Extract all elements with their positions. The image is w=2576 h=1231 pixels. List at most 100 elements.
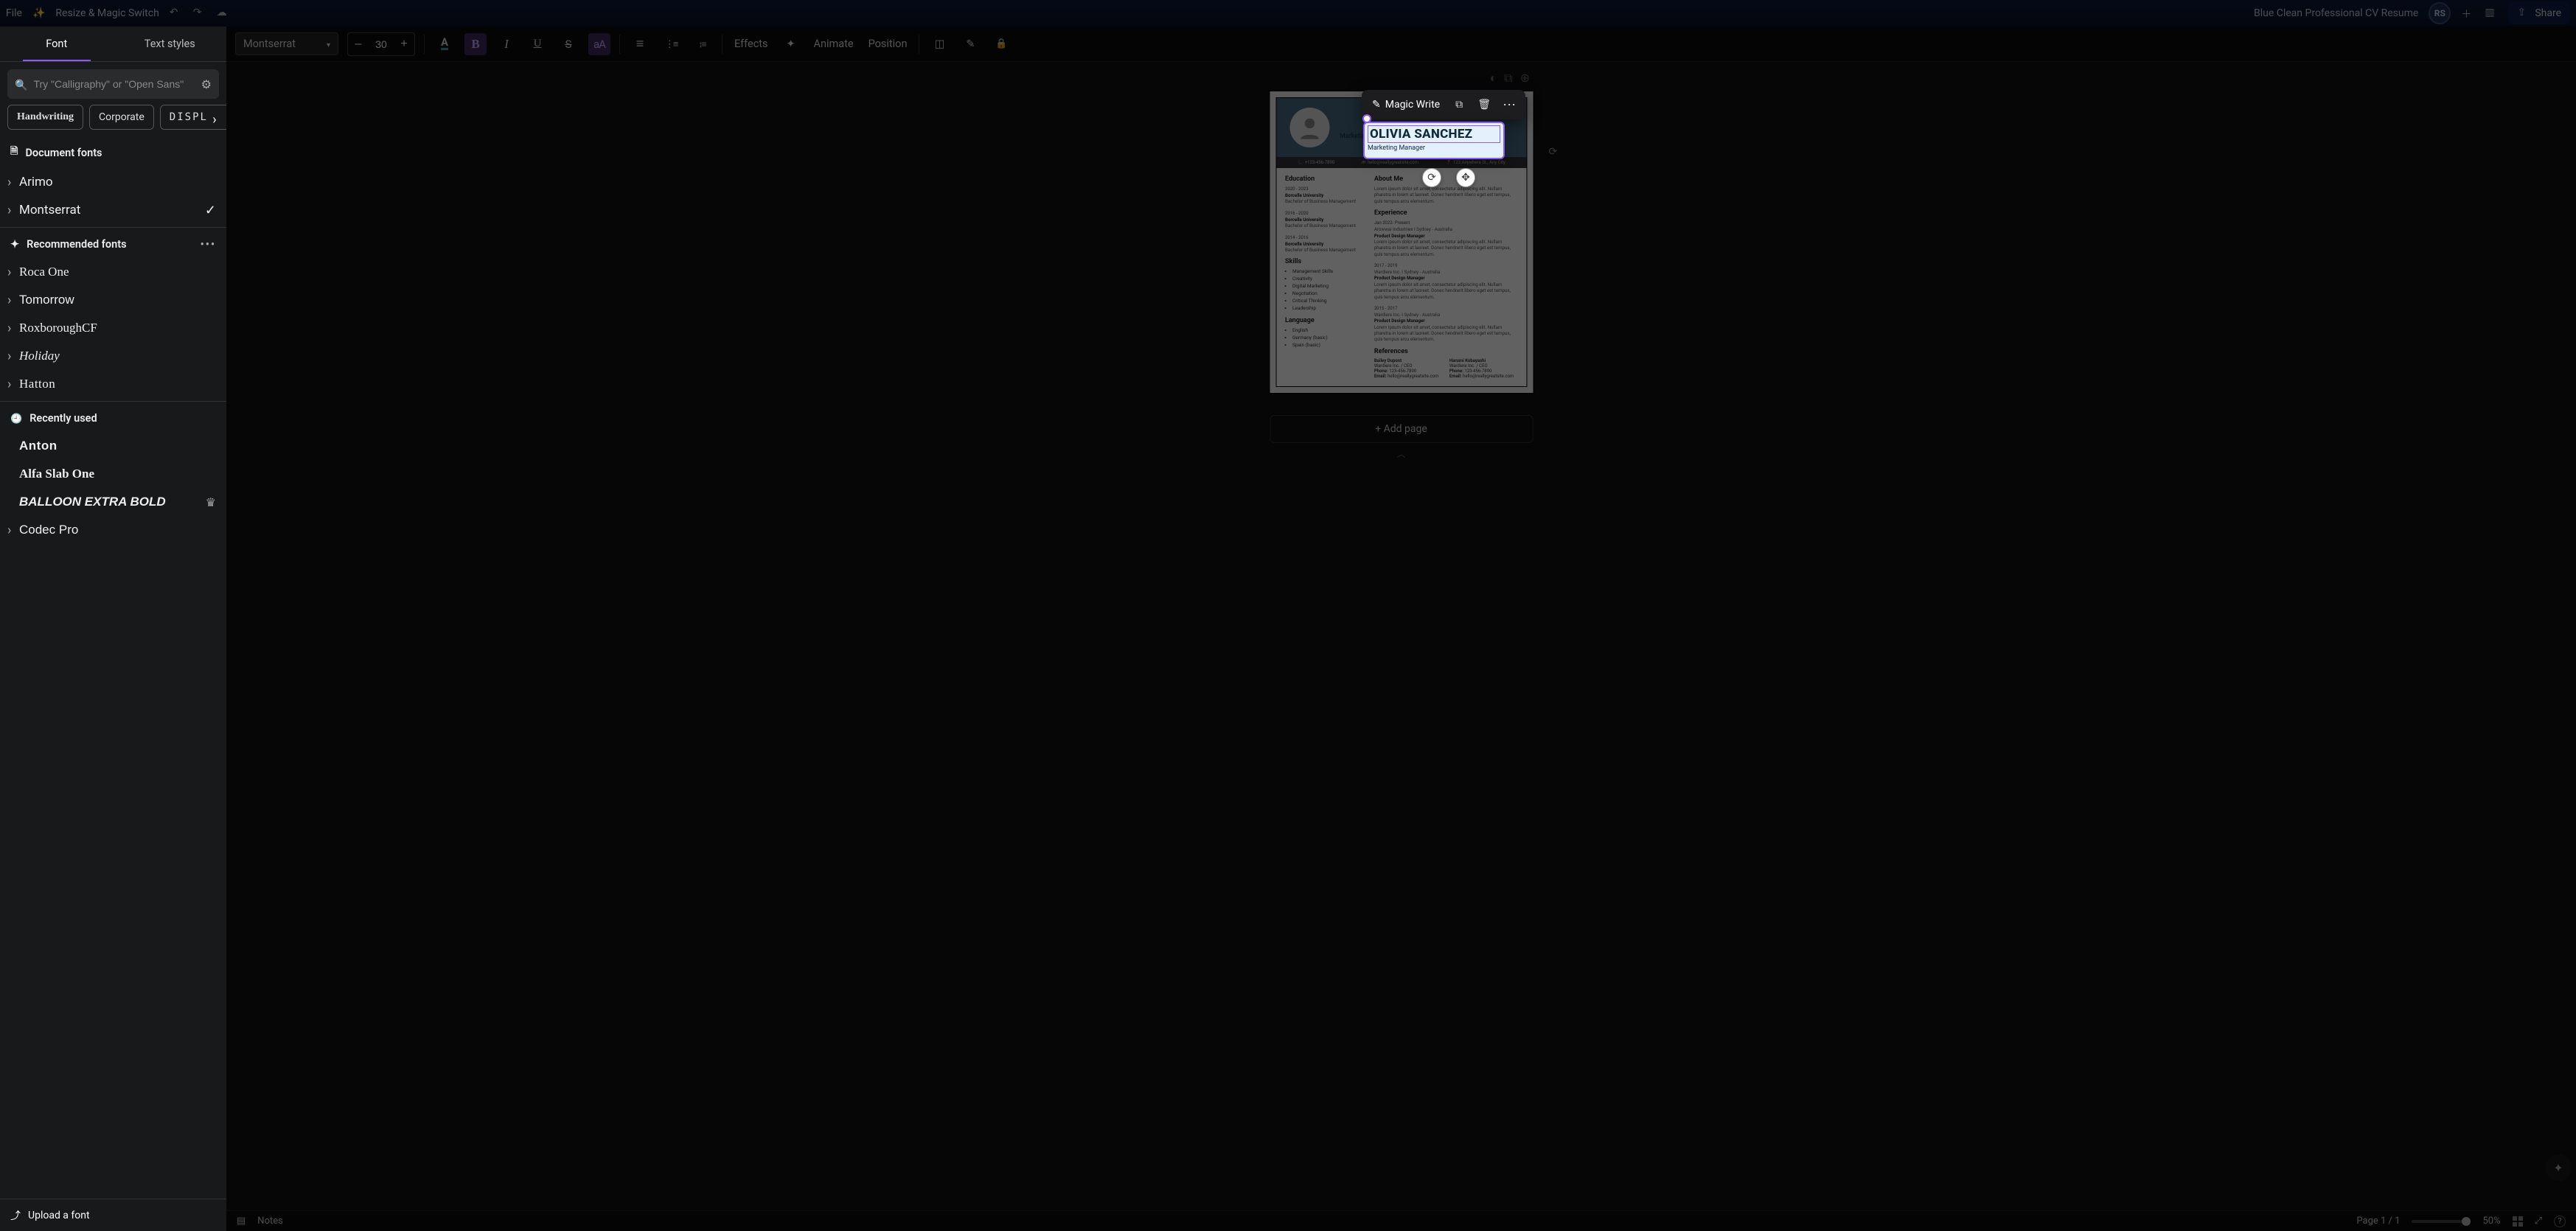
effects-button[interactable]: Effects	[731, 38, 771, 50]
underline-button[interactable]: U	[526, 33, 549, 55]
list-item[interactable]: Germany (basic)	[1292, 335, 1364, 341]
invite-icon[interactable]	[2461, 7, 2474, 20]
resume-avatar[interactable]	[1289, 108, 1329, 147]
chip-handwriting[interactable]: Handwriting	[7, 105, 83, 130]
font-row[interactable]: Alfa Slab One	[0, 460, 226, 488]
education-entry[interactable]: 2016 - 2020 Borcelle University Bachelor…	[1285, 210, 1364, 229]
page-indicator[interactable]: Page 1 / 1	[2356, 1216, 2400, 1227]
resize-magic-switch[interactable]: Resize & Magic Switch	[55, 7, 159, 19]
font-row[interactable]: Montserrat ✓	[0, 196, 226, 224]
reference-entry[interactable]: Bailey Dupont Wardiere Inc. / CEO Phone:…	[1374, 358, 1442, 379]
list-item[interactable]: Critical Thinking	[1292, 298, 1364, 304]
expand-icon[interactable]	[7, 377, 19, 392]
magic-write-button[interactable]: Magic Write	[1368, 99, 1444, 111]
zoom-slider[interactable]	[2412, 1220, 2471, 1223]
duplicate-icon[interactable]	[1449, 94, 1469, 115]
chip-corporate[interactable]: Corporate	[89, 105, 154, 130]
font-row[interactable]: RoxboroughCF	[0, 314, 226, 342]
experience-heading[interactable]: Experience	[1374, 209, 1517, 217]
list-item[interactable]: Leadership	[1292, 305, 1364, 311]
expand-icon[interactable]	[7, 523, 19, 538]
font-search-input[interactable]	[33, 78, 195, 90]
education-entry[interactable]: 2020 - 2023 Borcelle University Bachelor…	[1285, 186, 1364, 205]
upload-font-button[interactable]: Upload a font	[0, 1199, 226, 1231]
add-page-icon[interactable]	[1520, 71, 1530, 86]
expand-icon[interactable]	[7, 175, 19, 190]
font-row[interactable]: Codec Pro	[0, 516, 226, 544]
duplicate-page-icon[interactable]	[1504, 71, 1512, 86]
list-item[interactable]: Management Skills	[1292, 268, 1364, 274]
grid-view-icon[interactable]	[2513, 1216, 2523, 1227]
contact-phone[interactable]: +123-456-7890	[1305, 160, 1334, 165]
accessibility-icon[interactable]	[1490, 71, 1497, 86]
font-row[interactable]: Roca One	[0, 258, 226, 286]
expand-icon[interactable]	[7, 321, 19, 336]
skills-heading[interactable]: Skills	[1285, 258, 1364, 265]
strikethrough-button[interactable]: S	[557, 33, 579, 55]
font-row[interactable]: Arimo	[0, 168, 226, 196]
rotate-handle[interactable]	[1362, 114, 1371, 123]
experience-entry[interactable]: 2017 - 2019 Wardiere Inc. I Sydney - Aus…	[1374, 262, 1517, 300]
user-avatar[interactable]: RS	[2429, 2, 2451, 24]
zoom-value[interactable]: 50%	[2482, 1216, 2500, 1227]
language-heading[interactable]: Language	[1285, 317, 1364, 324]
list-item[interactable]: Digital Marketing	[1292, 283, 1364, 289]
font-row[interactable]: Tomorrow	[0, 286, 226, 314]
delete-icon[interactable]	[1474, 94, 1494, 115]
lock-button[interactable]	[990, 33, 1012, 55]
expand-icon[interactable]	[7, 293, 19, 308]
transparency-button[interactable]	[928, 33, 950, 55]
more-options-icon[interactable]	[1499, 94, 1520, 115]
expand-icon[interactable]	[7, 265, 19, 280]
decrease-size-button[interactable]: –	[348, 33, 369, 55]
expand-icon[interactable]	[7, 349, 19, 364]
increase-size-button[interactable]: +	[394, 33, 414, 55]
spacing-button[interactable]	[691, 33, 713, 55]
about-body[interactable]: Lorem ipsum dolor sit amet, consectetur …	[1374, 186, 1517, 204]
education-entry[interactable]: 2014 - 2016 Borcelle University Bachelor…	[1285, 234, 1364, 254]
contact-address[interactable]: 123 Anywhere St., Any City	[1453, 160, 1505, 165]
help-icon[interactable]	[2554, 1216, 2566, 1227]
education-heading[interactable]: Education	[1285, 175, 1364, 183]
list-item[interactable]: Creativity	[1292, 276, 1364, 282]
document-title[interactable]: Blue Clean Professional CV Resume	[2254, 7, 2418, 19]
font-family-select[interactable]: Montserrat	[235, 32, 338, 55]
reference-entry[interactable]: Harumi Kobayashi Wardiere Inc. / CEO Pho…	[1449, 358, 1517, 379]
tab-font[interactable]: Font	[0, 27, 114, 61]
file-menu[interactable]: File	[6, 7, 22, 19]
text-case-button[interactable]: aA	[588, 33, 610, 55]
font-list-scroll[interactable]: Document fonts Arimo Montserrat ✓ Recomm…	[0, 137, 226, 1231]
refresh-icon[interactable]	[1549, 143, 1558, 158]
more-icon[interactable]: •••	[201, 238, 216, 251]
list-button[interactable]	[660, 33, 682, 55]
expand-icon[interactable]	[7, 203, 19, 218]
resume-name-input[interactable]: OLIVIA SANCHEZ	[1368, 125, 1500, 143]
zoom-knob[interactable]	[2462, 1217, 2471, 1226]
text-color-button[interactable]	[434, 33, 456, 55]
notes-button[interactable]: Notes	[257, 1216, 283, 1227]
copy-style-button[interactable]	[959, 33, 981, 55]
font-size-input[interactable]	[369, 38, 394, 50]
experience-entry[interactable]: 2015 - 2017 Wardiere Inc. I Sydney - Aus…	[1374, 305, 1517, 343]
font-row[interactable]: Hatton	[0, 370, 226, 398]
font-row[interactable]: Anton	[0, 432, 226, 460]
language-list[interactable]: EnglishGermany (basic)Spain (basic)	[1285, 327, 1364, 348]
assistant-fab[interactable]	[2545, 1154, 2572, 1181]
undo-icon[interactable]	[170, 7, 183, 20]
collapse-pages-icon[interactable]: ︿	[1270, 447, 1533, 460]
list-item[interactable]: English	[1292, 327, 1364, 333]
redo-icon[interactable]	[193, 7, 206, 20]
filter-icon[interactable]	[201, 77, 212, 91]
fullscreen-icon[interactable]	[2535, 1216, 2542, 1227]
experience-entry[interactable]: Jan 2022- Present Arowwai Industries I S…	[1374, 220, 1517, 257]
chips-next-icon[interactable]	[207, 111, 222, 128]
share-button[interactable]: Share	[2508, 2, 2570, 24]
list-item[interactable]: Negotiation	[1292, 290, 1364, 296]
rotate-handle-button[interactable]	[1422, 168, 1441, 187]
insights-icon[interactable]	[2485, 7, 2498, 20]
contact-email[interactable]: hello@reallygreatsite.com	[1368, 160, 1418, 165]
canvas-area[interactable]: Marketing Manager +123-456-7890 hello@re…	[226, 62, 2576, 1210]
alignment-button[interactable]	[629, 33, 651, 55]
animate-button[interactable]: Animate	[811, 38, 857, 50]
font-row[interactable]: Holiday	[0, 342, 226, 370]
